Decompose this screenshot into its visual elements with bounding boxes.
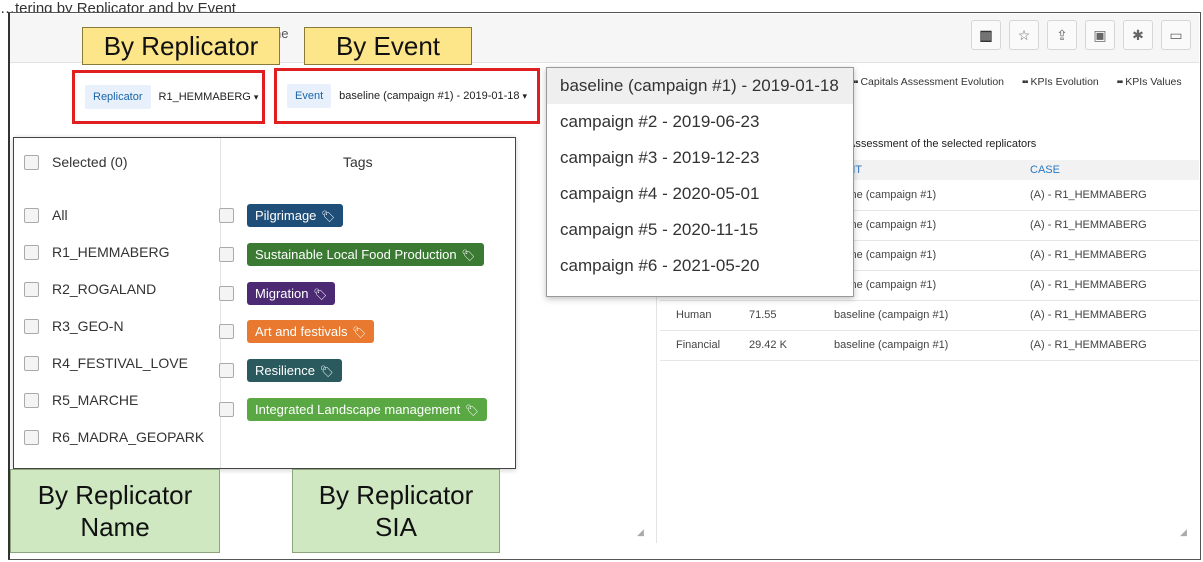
star-icon[interactable]: ☆ bbox=[1009, 20, 1039, 50]
event-option[interactable]: baseline (campaign #1) - 2019-01-18 bbox=[547, 68, 853, 104]
checkbox[interactable] bbox=[219, 362, 234, 378]
callout-by-replicator-sia: By Replicator SIA bbox=[292, 469, 500, 553]
capital-name: Human bbox=[676, 309, 712, 321]
selected-count-row[interactable]: Selected (0) bbox=[24, 152, 127, 172]
tag-option[interactable]: Pilgrimage 🏷 bbox=[219, 203, 344, 227]
checkbox[interactable] bbox=[24, 429, 39, 445]
resize-handle-icon[interactable]: ◢ bbox=[1180, 527, 1187, 538]
chevron-down-icon: ▾ bbox=[522, 91, 528, 101]
replicator-option[interactable]: R1_HEMMABERG bbox=[24, 242, 169, 262]
tag-badge[interactable]: Migration 🏷 bbox=[247, 281, 336, 305]
event-select[interactable]: baseline (campaign #1) - 2019-01-18 ▾ bbox=[339, 90, 527, 102]
event-option[interactable]: campaign #3 - 2019-12-23 bbox=[547, 140, 853, 176]
tab-kpis-values[interactable]: ▪▪ KPIs Values bbox=[1117, 76, 1182, 88]
event-option[interactable]: campaign #6 - 2021-05-20 bbox=[547, 248, 853, 284]
replicator-option[interactable]: R5_MARCHE bbox=[24, 390, 138, 410]
tag-badge[interactable]: Sustainable Local Food Production 🏷 bbox=[247, 242, 484, 266]
checkbox[interactable] bbox=[219, 207, 234, 223]
tag-option[interactable]: Integrated Landscape management 🏷 bbox=[219, 397, 488, 421]
column-header-case[interactable]: CASE bbox=[1030, 160, 1060, 180]
selected-count-label: Selected (0) bbox=[52, 154, 128, 170]
tag-option[interactable]: Art and festivals 🏷 bbox=[219, 319, 375, 343]
table-title: Assessment of the selected replicators bbox=[848, 138, 1037, 150]
replicator-select[interactable]: R1_HEMMABERG ▾ bbox=[159, 91, 259, 103]
checkbox[interactable] bbox=[219, 246, 234, 262]
event-filter-label: Event bbox=[287, 84, 332, 108]
tag-option[interactable]: Sustainable Local Food Production 🏷 bbox=[219, 242, 484, 266]
checkbox[interactable] bbox=[24, 154, 39, 170]
checkbox[interactable] bbox=[24, 244, 39, 260]
tag-badge[interactable]: Art and festivals 🏷 bbox=[247, 319, 375, 343]
capital-value: 71.55 bbox=[749, 309, 777, 321]
tab-kpis-evolution[interactable]: ▪▪ KPIs Evolution bbox=[1022, 76, 1099, 88]
replicator-option-all[interactable]: All bbox=[24, 205, 68, 225]
checkbox[interactable] bbox=[24, 318, 39, 334]
replicator-option[interactable]: R2_ROGALAND bbox=[24, 279, 156, 299]
event-option[interactable]: campaign #2 - 2019-06-23 bbox=[547, 104, 853, 140]
tag-option[interactable]: Migration 🏷 bbox=[219, 281, 336, 305]
callout-by-replicator: By Replicator bbox=[82, 27, 280, 65]
checkbox[interactable] bbox=[24, 207, 39, 223]
resize-handle-icon[interactable]: ◢ bbox=[637, 527, 644, 538]
capital-value: 29.42 K bbox=[749, 339, 787, 351]
table-row: Financial 29.42 K baseline (campaign #1)(… bbox=[660, 331, 1199, 361]
table-row: Human 71.55 baseline (campaign #1) (A) - R… bbox=[660, 301, 1199, 331]
toolbar: ▥ ☆ ⇪ ▣ ✱ ▭ bbox=[971, 20, 1191, 50]
checkbox[interactable] bbox=[24, 281, 39, 297]
tag-icon: 🏷 bbox=[313, 288, 328, 301]
tag-icon: 🏷 bbox=[352, 326, 367, 339]
tags-header: Tags bbox=[343, 154, 373, 170]
tag-icon: 🏷 bbox=[321, 210, 336, 223]
save-icon[interactable]: ▣ bbox=[1085, 20, 1115, 50]
callout-by-replicator-name: By Replicator Name bbox=[10, 469, 220, 553]
grid-icon: ▪▪ bbox=[1116, 76, 1124, 88]
replicator-option[interactable]: R3_GEO-N bbox=[24, 316, 124, 336]
checkbox[interactable] bbox=[219, 323, 234, 339]
chevron-down-icon: ▾ bbox=[253, 92, 259, 102]
gear-icon[interactable]: ✱ bbox=[1123, 20, 1153, 50]
replicator-filter[interactable]: Replicator R1_HEMMABERG ▾ bbox=[72, 70, 265, 124]
tag-badge[interactable]: Resilience 🏷 bbox=[247, 358, 342, 382]
checkbox[interactable] bbox=[219, 401, 234, 417]
event-filter[interactable]: Event baseline (campaign #1) - 2019-01-1… bbox=[274, 68, 540, 124]
checkbox[interactable] bbox=[24, 355, 39, 371]
checkbox[interactable] bbox=[24, 392, 39, 408]
capital-name: Financial bbox=[676, 339, 721, 351]
replicator-filter-label: Replicator bbox=[85, 85, 151, 109]
share-icon[interactable]: ⇪ bbox=[1047, 20, 1077, 50]
tag-option[interactable]: Resilience 🏷 bbox=[219, 358, 342, 382]
callout-by-event: By Event bbox=[304, 27, 472, 65]
event-option[interactable]: campaign #4 - 2020-05-01 bbox=[547, 176, 853, 212]
event-dropdown: baseline (campaign #1) - 2019-01-18 camp… bbox=[546, 67, 854, 297]
checkbox[interactable] bbox=[219, 285, 234, 301]
replicator-option[interactable]: R6_MADRA_GEOPARK bbox=[24, 427, 204, 447]
tag-icon: 🏷 bbox=[319, 365, 334, 378]
tag-badge[interactable]: Pilgrimage 🏷 bbox=[247, 203, 344, 227]
chart-add-icon[interactable]: ▥ bbox=[971, 20, 1001, 50]
replicator-selector-panel: Selected (0) Tags All R1_HEMMABERG R2_RO… bbox=[13, 137, 516, 469]
replicator-option[interactable]: R4_FESTIVAL_LOVE bbox=[24, 353, 188, 373]
tag-badge[interactable]: Integrated Landscape management 🏷 bbox=[247, 397, 488, 421]
monitor-icon[interactable]: ▭ bbox=[1161, 20, 1191, 50]
tag-icon: 🏷 bbox=[465, 404, 480, 417]
grid-icon: ▪▪ bbox=[1022, 76, 1029, 88]
view-tabs: ▪▪ Capitals Assessment Evolution ▪▪ KPIs E… bbox=[852, 76, 1182, 88]
event-option[interactable]: campaign #5 - 2020-11-15 bbox=[547, 212, 853, 248]
tag-icon: 🏷 bbox=[461, 249, 476, 262]
tab-capitals-assessment-evolution[interactable]: ▪▪ Capitals Assessment Evolution bbox=[852, 76, 1004, 88]
